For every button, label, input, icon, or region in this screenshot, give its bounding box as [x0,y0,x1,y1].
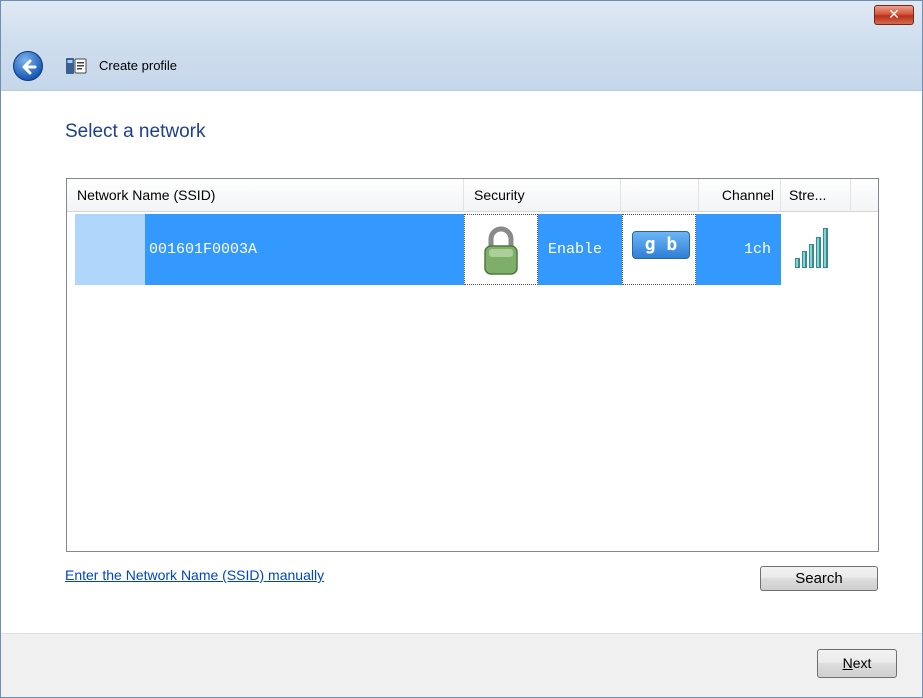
search-button[interactable]: Search [760,566,878,591]
back-button[interactable] [13,51,43,81]
row-indicator [75,214,145,285]
back-arrow-icon [22,59,37,75]
next-label: ext [852,655,872,671]
strength-cell [781,214,849,285]
column-header-ssid[interactable]: Network Name (SSID) [67,179,464,212]
next-button[interactable]: Next [817,649,897,678]
wireless-profile-icon [66,58,87,74]
title-bar: ✕ Create profile [1,1,922,91]
footer-bar: Next [1,633,922,697]
list-header: Network Name (SSID) Security Channel Str… [67,179,878,212]
column-label: Security [474,187,525,203]
ssid-cell: 001601F0003A [145,214,464,285]
network-list[interactable]: Network Name (SSID) Security Channel Str… [66,178,879,552]
security-cell: Enable [538,214,622,285]
column-header-strength[interactable]: Stre... [781,179,851,212]
channel-cell: 1ch [696,214,781,285]
padlock-icon [484,226,518,275]
column-header-security[interactable]: Security [464,179,621,212]
table-row[interactable]: 001601F0003A Enable g b 1ch [75,214,849,285]
next-accelerator: N [842,655,853,671]
column-label: Channel [721,187,774,203]
gb-mode-icon: g b [632,231,690,259]
column-header-mode[interactable] [621,179,699,212]
mode-badge-text: g b [644,234,678,255]
ssid-value: 001601F0003A [149,241,258,258]
page-heading: Select a network [65,121,206,142]
close-icon: ✕ [888,7,900,23]
column-label: Network Name (SSID) [77,187,216,203]
security-value: Enable [548,241,603,258]
channel-value: 1ch [743,241,771,258]
column-header-channel[interactable]: Channel [699,179,781,212]
window-title: Create profile [99,58,178,73]
mode-cell: g b [622,214,696,285]
column-label: Stre... [789,187,827,203]
create-profile-window: ✕ Create profile Select a network Networ… [0,0,923,698]
security-icon-cell [464,214,538,285]
manual-ssid-link[interactable]: Enter the Network Name (SSID) manually [65,567,324,583]
signal-strength-icon [795,228,828,268]
close-button[interactable]: ✕ [874,5,914,25]
